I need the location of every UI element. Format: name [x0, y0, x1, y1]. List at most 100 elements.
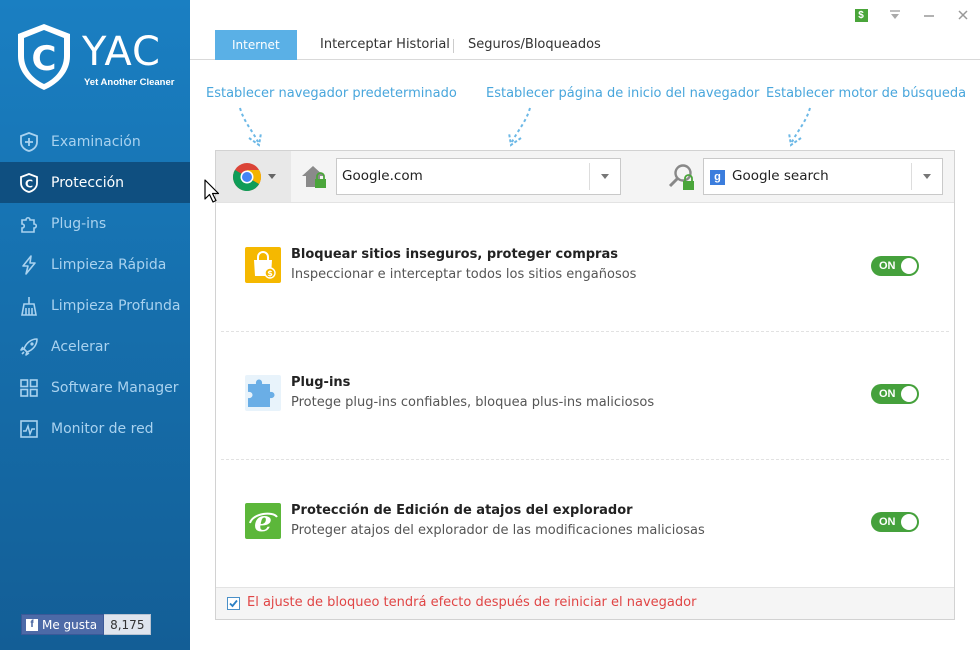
tab-seguros-bloqueados[interactable]: Seguros/Bloqueados: [468, 30, 601, 60]
restart-notice-text: El ajuste de bloqueo tendrá efecto despu…: [247, 595, 697, 610]
row-title: Protección de Edición de atajos del expl…: [291, 503, 633, 518]
shopping-bag-icon: $: [245, 247, 281, 283]
sidebar-item-label: Monitor de red: [51, 420, 154, 437]
list-item: $ Bloquear sitios inseguros, proteger co…: [216, 203, 954, 331]
default-browser-picker[interactable]: [216, 151, 291, 202]
google-icon: g: [710, 170, 725, 185]
tab-internet[interactable]: Internet: [215, 30, 297, 60]
lightning-icon: [18, 254, 40, 276]
menu-down-icon: [890, 10, 900, 19]
like-label: Me gusta: [42, 617, 98, 632]
tab-bar: Internet Interceptar Historial Seguros/B…: [190, 30, 980, 60]
dashed-arrow-icon: [508, 107, 531, 147]
dashed-arrow-icon: [788, 107, 811, 147]
sidebar-item-plugins[interactable]: Plug-ins: [0, 203, 190, 244]
search-lock-icon: [668, 164, 694, 190]
mouse-cursor-icon: [204, 179, 220, 203]
window-controls: $: [844, 6, 980, 24]
browser-toolbar: Google.com g Google search: [216, 151, 954, 203]
facebook-icon: f: [26, 618, 38, 631]
toggle-label: ON: [879, 388, 896, 400]
restart-notice-checkbox[interactable]: [227, 597, 240, 610]
svg-text:e: e: [254, 505, 272, 538]
sidebar-item-label: Acelerar: [51, 338, 110, 355]
dollar-icon: $: [854, 8, 868, 22]
sidebar-item-acelerar[interactable]: Acelerar: [0, 326, 190, 367]
search-engine-value: Google search: [732, 168, 829, 184]
chevron-down-icon: [267, 174, 276, 179]
browser-e-icon: e: [245, 503, 281, 539]
row-description: Protege plug-ins confiables, bloquea plu…: [291, 395, 655, 410]
toggle-knob: [901, 258, 917, 274]
minimize-icon: [924, 15, 934, 17]
tab-interceptar-historial[interactable]: Interceptar Historial: [320, 30, 450, 60]
shortcut-protection-toggle[interactable]: ON: [871, 512, 919, 532]
logo-text: YAC: [82, 29, 161, 75]
row-description: Inspeccionar e interceptar todos los sit…: [291, 267, 637, 282]
close-button[interactable]: [946, 6, 980, 24]
list-item: e Protección de Edición de atajos del ex…: [216, 459, 954, 587]
toggle-label: ON: [879, 516, 896, 528]
svg-text:C: C: [25, 177, 33, 190]
search-engine-dropdown-button[interactable]: [911, 163, 942, 190]
panel-footer: El ajuste de bloqueo tendrá efecto despu…: [216, 587, 954, 619]
sidebar-item-software-manager[interactable]: Software Manager: [0, 367, 190, 408]
homepage-dropdown-button[interactable]: [589, 163, 620, 190]
tab-separator: [453, 39, 454, 53]
home-lock-icon: [302, 166, 326, 188]
row-title: Bloquear sitios inseguros, proteger comp…: [291, 247, 618, 262]
row-title: Plug-ins: [291, 375, 351, 390]
sidebar-item-limpieza-rapida[interactable]: Limpieza Rápida: [0, 244, 190, 285]
sidebar-item-label: Plug-ins: [51, 215, 107, 232]
search-engine-select[interactable]: g Google search: [703, 158, 943, 195]
chevron-down-icon: [923, 174, 931, 179]
toggle-knob: [901, 386, 917, 402]
plugins-toggle[interactable]: ON: [871, 384, 919, 404]
sidebar-item-examinacion[interactable]: Examinación: [0, 121, 190, 162]
protection-panel: Google.com g Google search $ Bloquear si…: [215, 150, 955, 620]
chrome-icon: [232, 162, 261, 191]
sidebar-item-label: Examinación: [51, 133, 141, 150]
homepage-select[interactable]: Google.com: [336, 158, 621, 195]
hint-default-browser: Establecer navegador predeterminado: [206, 86, 457, 101]
svg-text:C: C: [32, 39, 57, 79]
like-count: 8,175: [104, 614, 152, 635]
minimize-button[interactable]: [912, 6, 946, 24]
broom-icon: [18, 295, 40, 317]
sidebar-nav: Examinación C Protección Plug-ins Limpie…: [0, 121, 190, 449]
puzzle-icon: [245, 375, 281, 411]
dollar-button[interactable]: $: [844, 6, 878, 24]
sidebar-item-monitor-de-red[interactable]: Monitor de red: [0, 408, 190, 449]
chevron-down-icon: [601, 174, 609, 179]
sidebar-item-label: Limpieza Profunda: [51, 297, 181, 314]
monitor-icon: [18, 418, 40, 440]
hint-search-engine: Establecer motor de búsqueda: [766, 86, 967, 101]
hint-homepage: Establecer página de inicio del navegado…: [486, 86, 760, 101]
toggle-label: ON: [879, 260, 896, 272]
block-unsafe-sites-toggle[interactable]: ON: [871, 256, 919, 276]
app-logo: C YAC Yet Another Cleaner: [14, 22, 184, 96]
close-icon: [958, 10, 968, 20]
checkmark-icon: [229, 599, 238, 608]
list-item: Plug-ins Protege plug-ins confiables, bl…: [216, 331, 954, 459]
puzzle-icon: [18, 213, 40, 235]
sidebar-item-label: Limpieza Rápida: [51, 256, 167, 273]
dashed-arrow-icon: [239, 107, 262, 147]
sidebar-item-label: Software Manager: [51, 379, 179, 396]
row-description: Proteger atajos del explorador de las mo…: [291, 523, 705, 538]
like-button[interactable]: f Me gusta: [21, 614, 105, 635]
shield-icon: C: [18, 172, 40, 194]
rocket-icon: [18, 336, 40, 358]
grid-icon: [18, 377, 40, 399]
homepage-value: Google.com: [342, 168, 423, 184]
sidebar-item-limpieza-profunda[interactable]: Limpieza Profunda: [0, 285, 190, 326]
sidebar: C YAC Yet Another Cleaner Examinación C …: [0, 0, 190, 650]
facebook-like[interactable]: f Me gusta 8,175: [21, 614, 152, 635]
menu-button[interactable]: [878, 6, 912, 24]
sidebar-item-label: Protección: [51, 174, 125, 191]
svg-text:$: $: [267, 269, 273, 278]
toggle-knob: [901, 514, 917, 530]
sidebar-item-proteccion[interactable]: C Protección: [0, 162, 190, 203]
yac-shield-icon: C: [18, 24, 70, 90]
plus-shield-icon: [18, 131, 40, 153]
